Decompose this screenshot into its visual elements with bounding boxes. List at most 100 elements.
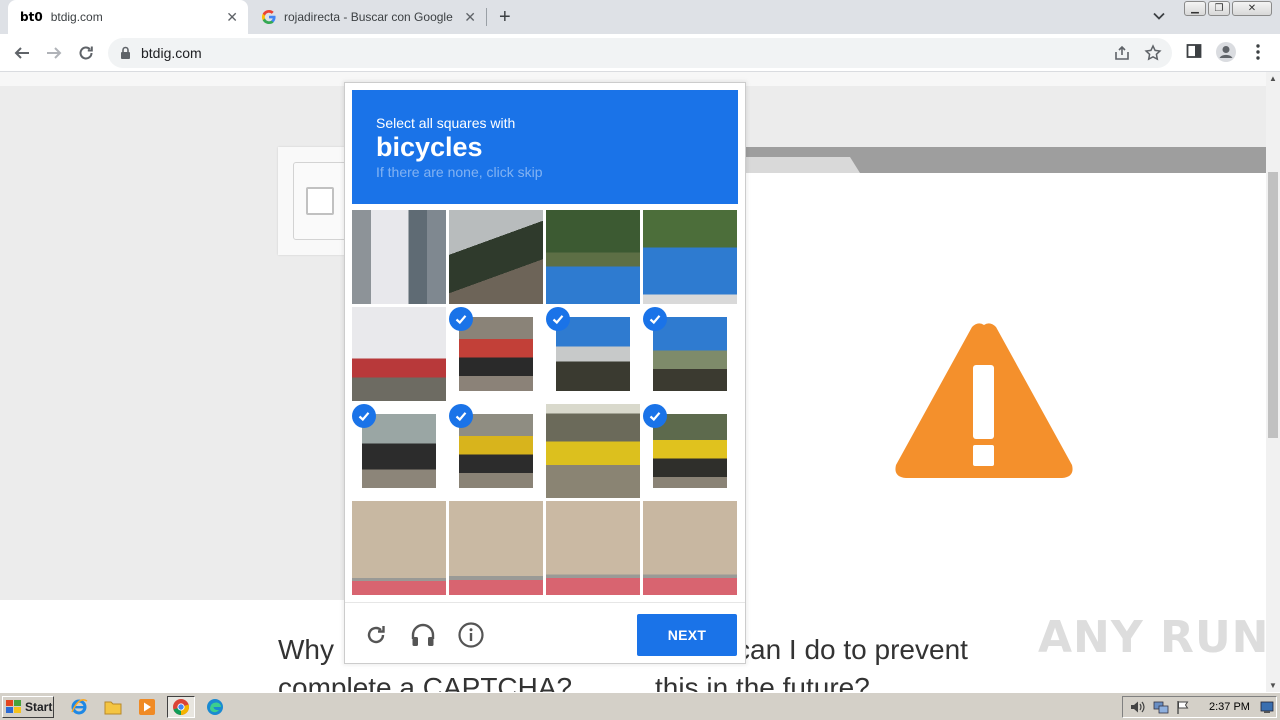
window-controls: ▁ ❐ ✕ xyxy=(1184,1,1272,16)
btdig-favicon-icon: bt0 xyxy=(20,10,43,24)
back-button[interactable] xyxy=(11,42,33,64)
captcha-tile-image xyxy=(459,414,533,488)
refresh-icon xyxy=(367,626,385,644)
audio-challenge-button[interactable] xyxy=(409,621,437,649)
recaptcha-checkbox[interactable] xyxy=(306,187,334,215)
captcha-tile[interactable] xyxy=(546,501,640,595)
captcha-tile[interactable] xyxy=(643,307,737,401)
lock-icon[interactable] xyxy=(120,46,131,60)
folder-icon xyxy=(104,701,122,715)
menu-kebab-icon[interactable] xyxy=(1254,43,1262,61)
edge-icon xyxy=(207,699,223,715)
captcha-tile[interactable] xyxy=(643,501,737,595)
header-tab xyxy=(740,157,860,173)
checkmark-icon xyxy=(352,404,376,428)
taskbar-internet-explorer[interactable] xyxy=(67,696,91,718)
internet-explorer-icon xyxy=(71,699,88,715)
challenge-header: Select all squares with bicycles If ther… xyxy=(352,90,738,204)
tab-title: btdig.com xyxy=(50,10,103,24)
captcha-tile-image xyxy=(459,317,533,391)
headphones-icon xyxy=(411,623,435,646)
start-button[interactable]: Start xyxy=(2,696,54,718)
captcha-tile-image xyxy=(556,317,630,391)
captcha-tile[interactable] xyxy=(352,210,446,304)
scroll-up-arrow-icon[interactable]: ▲ xyxy=(1269,74,1277,83)
captcha-tile[interactable] xyxy=(546,210,640,304)
scroll-down-arrow-icon[interactable]: ▼ xyxy=(1269,681,1277,690)
system-tray: 2:37 PM xyxy=(1122,696,1277,718)
next-button[interactable]: NEXT xyxy=(637,614,737,656)
tab-search-chevron-icon[interactable] xyxy=(1152,9,1166,23)
captcha-tile-image xyxy=(352,307,446,401)
captcha-tile-image xyxy=(653,317,727,391)
captcha-tile[interactable] xyxy=(546,404,640,498)
close-tab-icon[interactable]: ✕ xyxy=(464,9,476,26)
restore-button[interactable]: ❐ xyxy=(1208,1,1230,16)
captcha-tile[interactable] xyxy=(352,501,446,595)
checkmark-icon xyxy=(449,307,473,331)
checkmark-icon xyxy=(449,404,473,428)
bookmark-star-icon[interactable] xyxy=(1144,44,1162,62)
reload-icon xyxy=(79,46,93,60)
forward-button[interactable] xyxy=(43,42,65,64)
captcha-tile[interactable] xyxy=(546,307,640,401)
checkmark-icon xyxy=(546,307,570,331)
scrollbar-thumb[interactable] xyxy=(1268,172,1278,438)
browser-toolbar: btdig.com xyxy=(0,34,1280,72)
captcha-tile-image xyxy=(546,501,640,595)
forward-arrow-icon xyxy=(47,47,62,59)
captcha-tile-image xyxy=(352,210,446,304)
captcha-tile[interactable] xyxy=(449,307,543,401)
side-panel-icon[interactable] xyxy=(1186,43,1202,59)
tab-btdig[interactable]: bt0 btdig.com ✕ xyxy=(8,0,248,34)
captcha-tile[interactable] xyxy=(449,501,543,595)
tab-separator xyxy=(486,8,487,26)
taskbar-chrome[interactable] xyxy=(167,696,195,718)
taskbar-explorer[interactable] xyxy=(101,696,125,718)
taskbar-edge[interactable] xyxy=(203,696,227,718)
help-button[interactable] xyxy=(457,621,485,649)
profile-avatar-icon[interactable] xyxy=(1215,41,1237,63)
captcha-tile-image xyxy=(653,414,727,488)
captcha-tile-image xyxy=(546,210,640,304)
share-icon[interactable] xyxy=(1113,44,1131,62)
action-center-flag-icon[interactable] xyxy=(1176,700,1190,714)
captcha-image-grid xyxy=(352,210,738,596)
challenge-instruction: Select all squares with xyxy=(376,115,516,131)
windows-logo-icon xyxy=(6,700,21,713)
captcha-tile[interactable] xyxy=(352,404,446,498)
reload-button[interactable] xyxy=(75,42,97,64)
url-text: btdig.com xyxy=(141,45,202,61)
challenge-hint: If there are none, click skip xyxy=(376,164,543,181)
address-bar[interactable]: btdig.com xyxy=(108,38,1172,68)
captcha-tile[interactable] xyxy=(643,404,737,498)
close-tab-icon[interactable]: ✕ xyxy=(226,9,238,26)
checkmark-icon xyxy=(643,307,667,331)
captcha-tile[interactable] xyxy=(352,307,446,401)
volume-icon[interactable] xyxy=(1130,700,1146,714)
anyrun-watermark: ANY RUN xyxy=(1038,612,1270,663)
page-scrollbar[interactable]: ▲ ▼ xyxy=(1266,72,1280,692)
new-tab-button[interactable]: + xyxy=(499,6,511,29)
close-window-button[interactable]: ✕ xyxy=(1232,1,1272,16)
captcha-tile[interactable] xyxy=(449,210,543,304)
minimize-button[interactable]: ▁ xyxy=(1184,1,1206,16)
faq-heading-left: Why xyxy=(278,634,334,665)
show-desktop-icon[interactable] xyxy=(1260,700,1274,714)
chrome-icon xyxy=(173,699,190,715)
network-icon[interactable] xyxy=(1153,700,1169,714)
faq-heading-right: can I do to prevent xyxy=(736,634,968,665)
media-player-icon xyxy=(139,699,155,715)
challenge-target-object: bicycles xyxy=(376,132,483,162)
faq-heading-right-line2: this in the future? xyxy=(655,672,870,692)
captcha-tile[interactable] xyxy=(449,404,543,498)
challenge-footer: NEXT xyxy=(345,602,745,664)
captcha-tile-image xyxy=(449,501,543,595)
captcha-tile-image xyxy=(449,210,543,304)
faq-heading-left-line2: complete a CAPTCHA? xyxy=(278,672,573,692)
captcha-tile-image xyxy=(352,501,446,595)
taskbar-media-player[interactable] xyxy=(135,696,159,718)
captcha-tile[interactable] xyxy=(643,210,737,304)
tab-google-search[interactable]: rojadirecta - Buscar con Google ✕ xyxy=(250,0,486,34)
reload-challenge-button[interactable] xyxy=(362,621,390,649)
